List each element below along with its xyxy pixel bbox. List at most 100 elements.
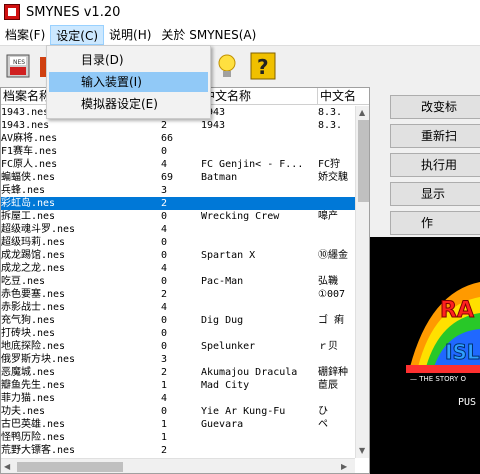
table-cell: 拆屋工.nes: [1, 211, 56, 222]
change-button[interactable]: 改变标: [390, 95, 480, 119]
app-icon: [4, 4, 20, 20]
table-row[interactable]: 拆屋工.nes 0 Wrecking Crew 嗥产: [1, 210, 355, 223]
table-cell: 1943: [201, 120, 226, 131]
table-row[interactable]: 成龙之龙.nes 4: [1, 262, 355, 275]
table-cell: 彩虹岛.nes: [1, 198, 56, 209]
table-row[interactable]: 赤影战士.nes 4: [1, 301, 355, 314]
table-cell: Batman: [201, 172, 238, 183]
svg-text:NES: NES: [13, 59, 25, 66]
rom-list[interactable]: 档案名称 中文名称 中文名 1943.nes219438.3.1943.nes2…: [0, 87, 370, 474]
scroll-right-icon[interactable]: ▶: [341, 462, 347, 471]
table-row[interactable]: 超级魂斗罗.nes 4: [1, 223, 355, 236]
table-row[interactable]: AV麻将.nes 66: [1, 132, 355, 145]
table-row[interactable]: FC原人.nes 4 FC Genjin< - F... FC狩: [1, 158, 355, 171]
table-cell: 1943.nes: [1, 120, 50, 131]
table-cell: 0: [161, 315, 168, 326]
table-cell: 赤影战士.nes: [1, 302, 66, 313]
dropdown-item-2[interactable]: 模拟器设定(E): [49, 94, 208, 114]
table-cell: 1: [161, 419, 168, 430]
table-cell: ひ: [318, 406, 328, 417]
table-cell: 怪鸭历险.nes: [1, 432, 66, 443]
table-row[interactable]: 俄罗斯方块.nes 3: [1, 353, 355, 366]
hint-lightbulb-icon[interactable]: [212, 51, 242, 81]
table-cell: 0: [161, 406, 168, 417]
table-cell: 嗥产: [318, 211, 338, 222]
table-cell: FC狩: [318, 159, 341, 170]
scroll-left-icon[interactable]: ◀: [4, 462, 10, 471]
menu-settings[interactable]: 设定(C): [50, 24, 105, 45]
menu-bar: 档案(F) 设定(C) 说明(H) 关於 SMYNES(A): [0, 24, 480, 46]
table-cell: 0: [161, 328, 168, 339]
table-row[interactable]: 兵蜂.nes 3: [1, 184, 355, 197]
scroll-down-icon[interactable]: ▼: [359, 446, 365, 455]
table-row[interactable]: 打砖块.nes 0: [1, 327, 355, 340]
table-row[interactable]: 充气狗.nes 0 Dig Dug ゴ 痢: [1, 314, 355, 327]
menu-file[interactable]: 档案(F): [0, 25, 50, 45]
vertical-scroll-thumb[interactable]: [358, 120, 369, 202]
table-row[interactable]: 赤色要塞.nes 2 ①007: [1, 288, 355, 301]
menu-help[interactable]: 说明(H): [104, 25, 156, 45]
action-button[interactable]: 作: [390, 211, 480, 235]
table-cell: 茞辰: [318, 380, 338, 391]
vertical-scrollbar[interactable]: ▲ ▼: [355, 106, 369, 458]
table-cell: 1: [161, 432, 168, 443]
table-cell: 地底探险.nes: [1, 341, 66, 352]
table-cell: 2: [161, 445, 168, 456]
table-cell: 1943: [201, 107, 226, 118]
run-button[interactable]: 执行用: [390, 153, 480, 177]
table-cell: 2: [161, 367, 168, 378]
table-row[interactable]: 超级玛莉.nes 0: [1, 236, 355, 249]
help-question-icon[interactable]: ?: [248, 51, 278, 81]
table-cell: 荒野大镖客.nes: [1, 445, 76, 456]
table-cell: FC原人.nes: [1, 159, 58, 170]
right-panel: 改变标 重新扫 执行用 显示 作 RA ISL — THE STORY O PU…: [370, 87, 480, 474]
table-cell: 3: [161, 185, 168, 196]
table-row[interactable]: 古巴英雄.nes 1 Guevara ペ: [1, 418, 355, 431]
table-row[interactable]: 成龙踢馆.nes 0 Spartan X ⑩纆金: [1, 249, 355, 262]
table-cell: 4: [161, 263, 168, 274]
column-header-chinese-name-2[interactable]: 中文名: [318, 88, 369, 105]
settings-dropdown-menu: 目录(D) 输入装置(I) 模拟器设定(E): [46, 45, 211, 119]
table-row[interactable]: 菲力猫.nes 4: [1, 392, 355, 405]
table-row[interactable]: 地底探险.nes 0 Spelunker ｒ贝: [1, 340, 355, 353]
table-row[interactable]: 吃豆.nes 0 Pac-Man 弘鞿: [1, 275, 355, 288]
menu-about[interactable]: 关於 SMYNES(A): [156, 25, 261, 45]
table-cell: 娇交騩: [318, 172, 348, 183]
open-rom-icon[interactable]: NES: [4, 51, 34, 81]
table-cell: 0: [161, 276, 168, 287]
table-cell: 3: [161, 354, 168, 365]
table-row[interactable]: 瓣鱼先生.nes 1 Mad City 茞辰: [1, 379, 355, 392]
dropdown-item-0[interactable]: 目录(D): [49, 50, 208, 70]
horizontal-scroll-thumb[interactable]: [17, 462, 123, 472]
horizontal-scrollbar[interactable]: ◀ ▶: [1, 458, 355, 473]
preview-subtitle: — THE STORY O: [410, 375, 467, 383]
table-cell: 成龙踢馆.nes: [1, 250, 66, 261]
table-row[interactable]: 荒野大镖客.nes 2: [1, 444, 355, 457]
table-cell: 66: [161, 133, 174, 144]
table-cell: Spelunker: [201, 341, 256, 352]
column-header-chinese-name[interactable]: 中文名称: [201, 88, 318, 105]
table-cell: 2: [161, 289, 168, 300]
display-button[interactable]: 显示: [390, 182, 480, 206]
logo-text-bottom: ISL: [445, 340, 480, 364]
table-cell: F1赛车.nes: [1, 146, 58, 157]
table-cell: 功夫.nes: [1, 406, 46, 417]
table-row[interactable]: 恶魔城.nes 2 Akumajou Dracula 硼鋅种: [1, 366, 355, 379]
dropdown-item-1[interactable]: 输入装置(I): [49, 72, 208, 92]
table-row[interactable]: 蝙蝠侠.nes 69 Batman 娇交騩: [1, 171, 355, 184]
table-cell: 4: [161, 302, 168, 313]
table-cell: 8.3.: [318, 120, 343, 131]
table-cell: ①007: [318, 289, 346, 300]
table-row[interactable]: 功夫.nes 0 Yie Ar Kung-Fu ひ: [1, 405, 355, 418]
table-cell: 弘鞿: [318, 276, 338, 287]
rescan-button[interactable]: 重新扫: [390, 124, 480, 148]
table-row[interactable]: 1943.nes 2 1943 8.3.: [1, 119, 355, 132]
table-row[interactable]: 彩虹岛.nes 2: [1, 197, 355, 210]
table-cell: 兵蜂.nes: [1, 185, 46, 196]
table-row[interactable]: 怪鸭历险.nes 1: [1, 431, 355, 444]
table-row[interactable]: F1赛车.nes 0: [1, 145, 355, 158]
scroll-up-icon[interactable]: ▲: [359, 108, 365, 117]
table-cell: 4: [161, 159, 168, 170]
table-cell: AV麻将.nes: [1, 133, 58, 144]
table-cell: ⑩纆金: [318, 250, 348, 261]
